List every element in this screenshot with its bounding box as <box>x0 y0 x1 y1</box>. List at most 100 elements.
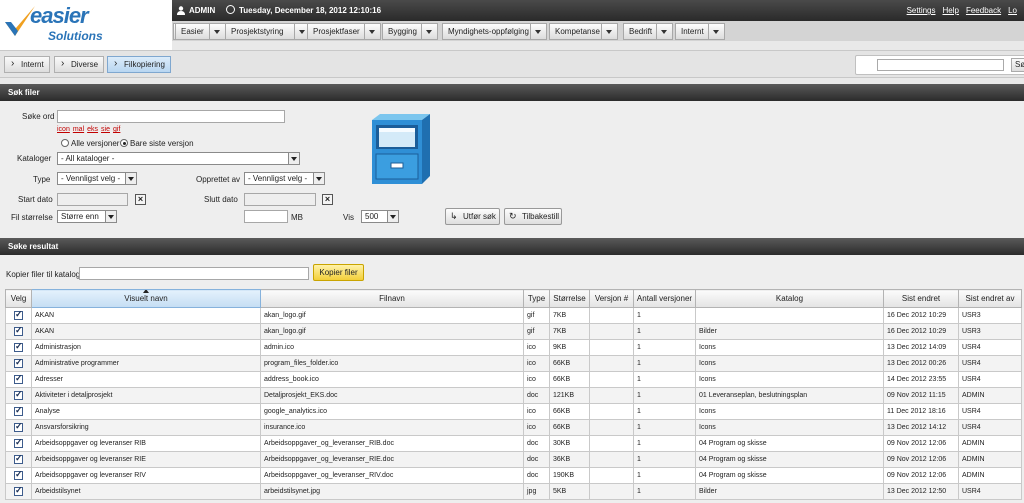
file-size-select[interactable]: Større enn <box>57 210 117 223</box>
help-link[interactable]: Help <box>943 6 959 15</box>
row-select-cell <box>5 467 32 484</box>
col-header-visual-name[interactable]: Visuelt navn <box>31 289 261 308</box>
row-checkbox[interactable] <box>14 421 23 432</box>
catalog-select[interactable]: - All kataloger - <box>57 152 300 165</box>
menu-item-myndighets-oppfolging[interactable]: Myndighets-oppfølging <box>442 23 547 40</box>
copy-to-catalog-label: Kopier filer til katalog <box>6 270 81 279</box>
table-row[interactable]: Adresseraddress_book.icoico66KB 1Icons14 … <box>5 371 1022 388</box>
app-logo[interactable]: easier Solutions <box>0 0 172 50</box>
col-header-catalog[interactable]: Katalog <box>695 289 884 308</box>
file-cabinet-icon <box>372 114 430 184</box>
col-header-size[interactable]: Størrelse <box>549 289 590 308</box>
table-row[interactable]: Arbeidsoppgaver og leveranser RIBArbeids… <box>5 435 1022 452</box>
breadcrumb-internt[interactable]: Internt <box>4 56 50 73</box>
quick-type-mal[interactable]: mal <box>73 126 84 133</box>
cell-last-modified-by: USR4 <box>958 419 1022 436</box>
row-select-cell <box>5 387 32 404</box>
table-row[interactable]: AKANakan_logo.gifgif7KB 1 16 Dec 2012 10:2… <box>5 307 1022 324</box>
cell-type: ico <box>523 371 550 388</box>
col-header-last-modified[interactable]: Sist endret <box>883 289 959 308</box>
quick-type-icon[interactable]: icon <box>57 126 70 133</box>
top-search-input[interactable] <box>877 59 1004 71</box>
col-header-last-modified-by[interactable]: Sist endret av <box>958 289 1022 308</box>
top-search-button[interactable]: Søk <box>1011 58 1024 72</box>
menu-item-internt[interactable]: Internt <box>675 23 725 40</box>
row-checkbox[interactable] <box>14 389 23 400</box>
menu-item-bygging[interactable]: Bygging <box>382 23 438 40</box>
menu-item-prosjektfaser[interactable]: Prosjektfaser <box>307 23 381 40</box>
feedback-link[interactable]: Feedback <box>966 6 1001 15</box>
cell-filename: akan_logo.gif <box>260 307 524 324</box>
table-row[interactable]: Aktiviteter i detaljprosjektDetaljprosje… <box>5 387 1022 404</box>
cell-version-count: 1 <box>633 451 696 468</box>
table-row[interactable]: Administrative programmerprogram_files_f… <box>5 355 1022 372</box>
cell-visual-name: Administrative programmer <box>31 355 261 372</box>
row-checkbox[interactable] <box>14 453 23 464</box>
row-checkbox[interactable] <box>14 357 23 368</box>
file-size-input[interactable] <box>244 210 288 223</box>
row-checkbox[interactable] <box>14 373 23 384</box>
table-row[interactable]: Arbeidsoppgaver og leveranser RIEArbeids… <box>5 451 1022 468</box>
table-row[interactable]: Arbeidsoppgaver og leveranser RIVArbeids… <box>5 467 1022 484</box>
table-row[interactable]: Arbeidstilsynetarbeidstilsynet.jpgjpg5KB… <box>5 483 1022 500</box>
col-header-version[interactable]: Versjon # <box>589 289 634 308</box>
col-header-select[interactable]: Velg <box>5 289 32 308</box>
row-checkbox[interactable] <box>14 325 23 336</box>
cell-size: 30KB <box>549 435 590 452</box>
clear-end-date-icon[interactable]: × <box>322 194 333 205</box>
chevron-down-icon <box>387 211 398 222</box>
cell-visual-name: Aktiviteter i detaljprosjekt <box>31 387 261 404</box>
cell-catalog: 01 Leveranseplan, beslutningsplan <box>695 387 884 404</box>
current-user[interactable]: ADMIN <box>189 6 215 15</box>
version-all-radio[interactable] <box>61 139 69 147</box>
clear-start-date-icon[interactable]: × <box>135 194 146 205</box>
cell-catalog <box>695 307 884 324</box>
quick-type-eks[interactable]: eks <box>87 126 98 133</box>
cell-last-modified-by: ADMIN <box>958 451 1022 468</box>
menu-item-bedrift[interactable]: Bedrift <box>623 23 673 40</box>
menu-item-kompetanse[interactable]: Kompetanse <box>549 23 618 40</box>
menu-item-easier[interactable]: Easier <box>175 23 226 40</box>
menu-item-prosjektstyring[interactable]: Prosjektstyring <box>225 23 311 40</box>
search-button[interactable]: ↳ Utfør søk <box>445 208 500 225</box>
end-date-input[interactable] <box>244 193 316 206</box>
cell-version <box>589 371 634 388</box>
cell-version <box>589 355 634 372</box>
cell-filename: Detaljprosjekt_EKS.doc <box>260 387 524 404</box>
col-header-version-count[interactable]: Antall versjoner <box>633 289 696 308</box>
table-row[interactable]: AKANakan_logo.gifgif7KB 1Bilder16 Dec 201… <box>5 323 1022 340</box>
row-checkbox[interactable] <box>14 485 23 496</box>
table-row[interactable]: Analysegoogle_analytics.icoico66KB 1Icons… <box>5 403 1022 420</box>
logout-link[interactable]: Lo <box>1008 6 1017 15</box>
show-count-select[interactable]: 500 <box>361 210 399 223</box>
version-latest-radio[interactable] <box>120 139 128 147</box>
type-select[interactable]: - Vennligst velg - <box>57 172 137 185</box>
cell-filename: insurance.ico <box>260 419 524 436</box>
chevron-down-icon <box>656 24 672 39</box>
cell-size: 7KB <box>549 307 590 324</box>
col-header-type[interactable]: Type <box>523 289 550 308</box>
table-row[interactable]: Administrasjonadmin.icoico9KB 1Icons13 De… <box>5 339 1022 356</box>
quick-type-sie[interactable]: sie <box>101 126 110 133</box>
reset-button[interactable]: ↻ Tilbakestill <box>504 208 562 225</box>
cell-last-modified-by: USR4 <box>958 371 1022 388</box>
row-checkbox[interactable] <box>14 341 23 352</box>
row-checkbox[interactable] <box>14 309 23 320</box>
user-icon <box>177 6 185 15</box>
start-date-input[interactable] <box>57 193 128 206</box>
col-header-filename[interactable]: Filnavn <box>260 289 524 308</box>
row-checkbox[interactable] <box>14 437 23 448</box>
copy-files-button[interactable]: Kopier filer <box>313 264 364 281</box>
row-checkbox[interactable] <box>14 405 23 416</box>
cell-version-count: 1 <box>633 403 696 420</box>
quick-type-gif[interactable]: gif <box>113 126 120 133</box>
breadcrumb-diverse[interactable]: Diverse <box>54 56 104 73</box>
settings-link[interactable]: Settings <box>907 6 936 15</box>
created-by-select[interactable]: - Vennligst velg - <box>244 172 325 185</box>
table-row[interactable]: Ansvarsforsikringinsurance.icoico66KB 1Ic… <box>5 419 1022 436</box>
row-select-cell <box>5 371 32 388</box>
keyword-input[interactable] <box>57 110 285 123</box>
copy-to-catalog-input[interactable] <box>79 267 309 280</box>
row-checkbox[interactable] <box>14 469 23 480</box>
breadcrumb-filkopiering[interactable]: Filkopiering <box>107 56 171 73</box>
